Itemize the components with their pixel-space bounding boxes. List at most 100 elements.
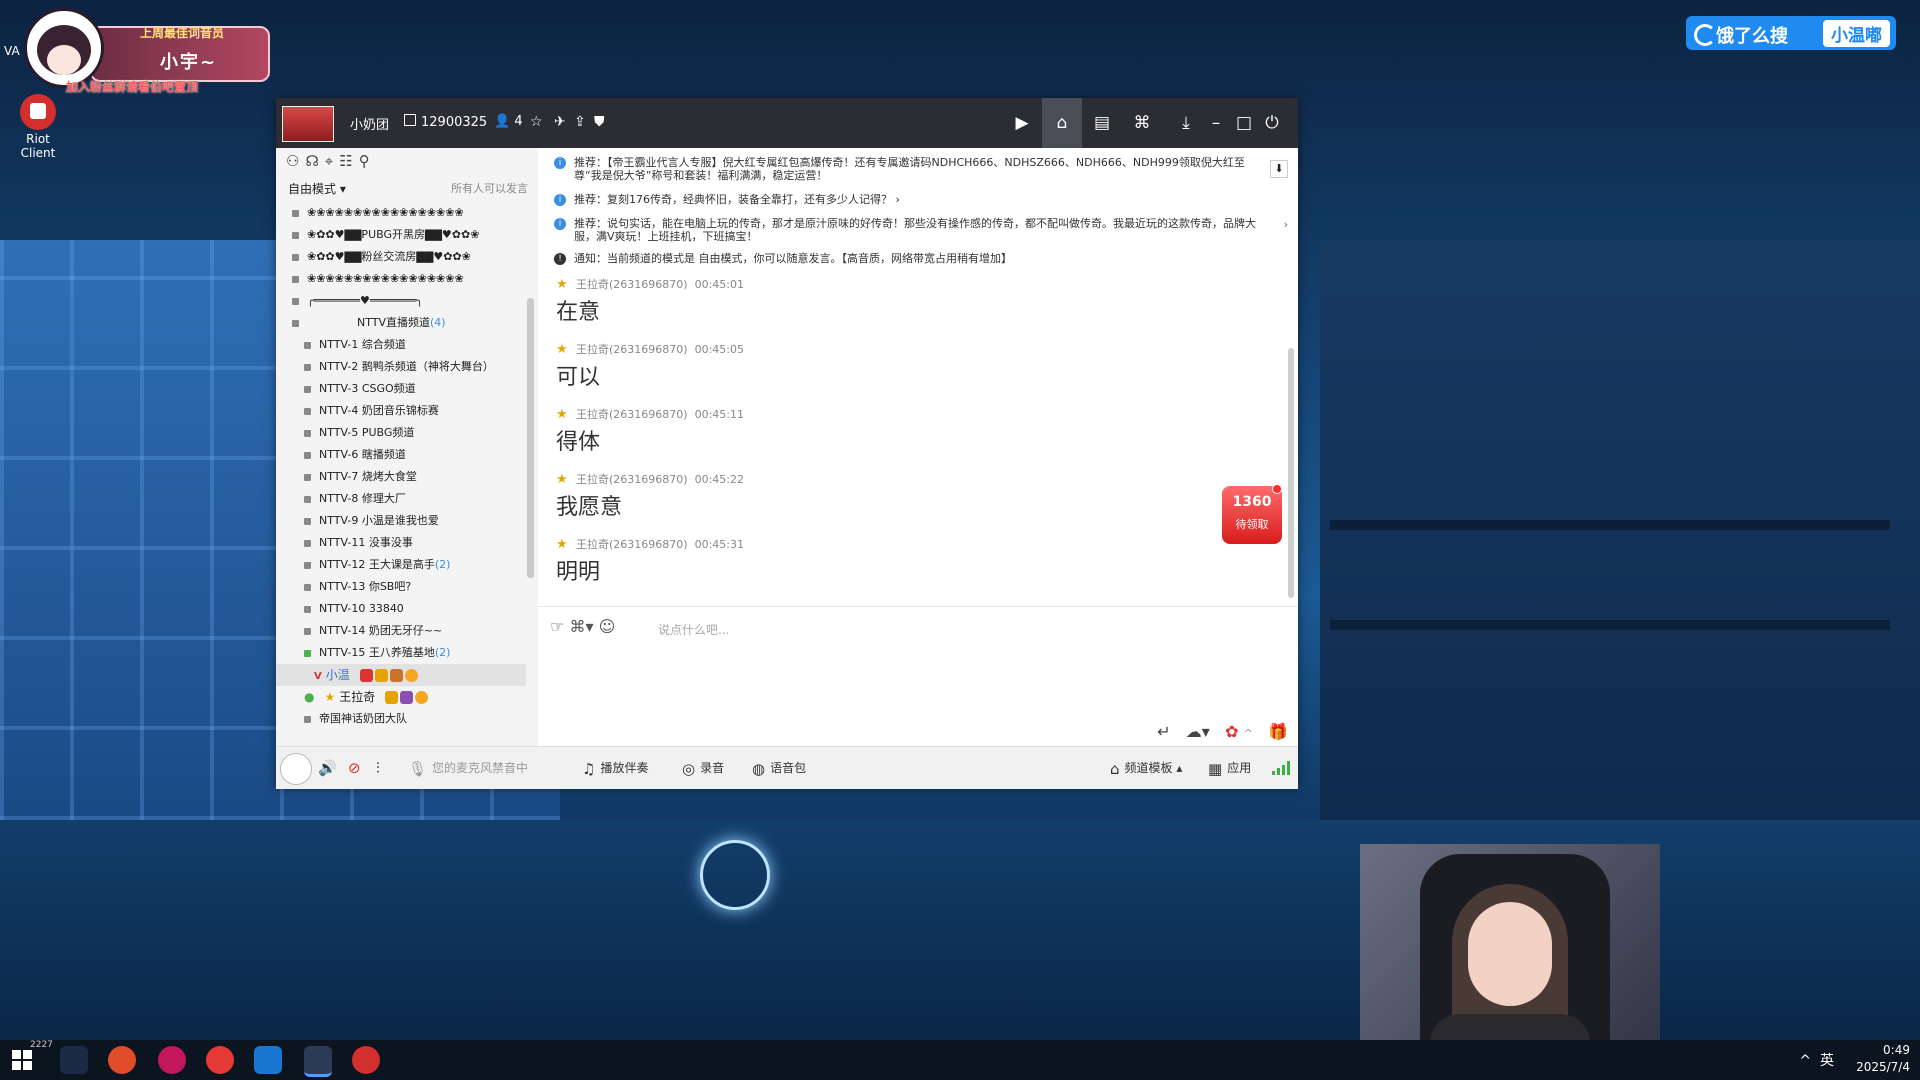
channel-item[interactable]: NTTV-4 奶团音乐锦标赛 <box>276 400 526 422</box>
channel-item[interactable]: NTTV-7 烧烤大食堂 <box>276 466 526 488</box>
chevron-right-icon[interactable]: › <box>1284 218 1288 231</box>
tray-lang[interactable]: ^ 英 <box>1799 1050 1834 1070</box>
user-star-icon: ★ <box>556 472 568 487</box>
location-icon[interactable]: ⌖ <box>325 152 339 170</box>
star-icon[interactable]: ☆ <box>530 114 543 130</box>
share-icon[interactable]: ⇪ <box>574 114 586 130</box>
list-icon[interactable]: ☷ <box>339 152 358 170</box>
channel-item[interactable]: NTTV-9 小温是谁我也爱 <box>276 510 526 532</box>
equalizer-icon[interactable]: ⫶ <box>376 759 385 777</box>
message-text: 我愿意 <box>556 495 623 520</box>
speaker-icon[interactable]: 🔊 <box>318 759 342 777</box>
channel-item[interactable]: NTTV-6 瞎播频道 <box>276 444 526 466</box>
channel-item[interactable]: ❀✿✿♥▇▇粉丝交流房▇▇♥✿✿❀ <box>276 246 526 268</box>
channel-name: 小奶团 <box>350 118 390 133</box>
gift-icon[interactable]: 🎁 <box>1268 722 1288 741</box>
channel-tree: ❀❀❀❀❀❀❀❀❀❀❀❀❀❀❀❀❀ ❀✿✿♥▇▇PUBG开黑房▇▇♥✿✿❀ ❀✿… <box>276 202 526 742</box>
channel-item[interactable]: NTTV-1 综合频道 <box>276 334 526 356</box>
channel-item[interactable]: 帝国神话奶团大队 <box>276 708 526 730</box>
home-icon[interactable]: ⌂ <box>1042 98 1082 148</box>
accompany-button[interactable]: ♫ 播放伴奏 <box>582 759 648 778</box>
steam-icon[interactable] <box>60 1046 88 1074</box>
reward-label: 待领取 <box>1235 518 1269 531</box>
video-icon[interactable]: ▶ <box>1002 98 1042 148</box>
speech-bubble-icon[interactable]: ☁▾ <box>1186 722 1210 741</box>
channel-template-button[interactable]: ⌂ 频道模板 ▴ <box>1110 759 1182 778</box>
speaker-ring <box>700 840 770 910</box>
gamepad-icon[interactable]: ⌘ <box>1122 98 1162 148</box>
notice-item[interactable]: i 推荐：说句实话，能在电脑上玩的传奇，那才是原汁原味的好传奇！那些没有操作感的传… <box>538 213 1298 246</box>
message-text: 得体 <box>556 430 601 455</box>
voice-chat-app-icon[interactable] <box>304 1046 332 1077</box>
channel-item-active[interactable]: NTTV-15 王八养殖基地(2) <box>276 642 526 664</box>
person-icon[interactable]: ⚇ <box>286 152 305 170</box>
lock-icon <box>304 451 311 459</box>
channel-item[interactable]: NTTV-13 你SB吧? <box>276 576 526 598</box>
channel-scrollbar[interactable] <box>527 298 534 578</box>
message-user[interactable]: 王拉奇(2631696870) <box>576 473 688 486</box>
input-language[interactable]: 英 <box>1820 1053 1834 1069</box>
voice-pack-button[interactable]: ◍ 语音包 <box>752 759 806 778</box>
channel-item[interactable]: NTTV-12 王大课是高手(2) <box>276 554 526 576</box>
message-user[interactable]: 王拉奇(2631696870) <box>576 538 688 551</box>
message-user[interactable]: 王拉奇(2631696870) <box>576 408 688 421</box>
notice-item[interactable]: i 推荐：【帝王霸业代言人专服】倪大红专属红包高爆传奇！还有专属邀请码NDHCH6… <box>538 152 1298 185</box>
riot-taskbar-icon[interactable] <box>352 1046 380 1074</box>
channel-item[interactable]: NTTV-2 鹅鸭杀频道（神将大舞台） <box>276 356 526 378</box>
record-label: 录音 <box>700 761 725 775</box>
info-icon: i <box>554 157 566 169</box>
mode-select[interactable]: 自由模式 ▾ <box>288 180 346 197</box>
reward-widget[interactable]: 1360 待领取 <box>1222 484 1282 544</box>
search-icon[interactable]: ⚲ <box>359 152 376 170</box>
chevron-up-icon[interactable]: ^ <box>1244 727 1253 740</box>
gamepad-icon[interactable]: ⌘▾ <box>569 617 593 636</box>
mic-mute-icon[interactable]: ⊘ <box>348 759 366 777</box>
calendar-icon[interactable]: ▤ <box>1082 98 1122 148</box>
notice-item[interactable]: i 推荐：复刻176传奇，经典怀旧，装备全靠打，还有多少人记得？ › <box>538 189 1298 209</box>
message-user[interactable]: 王拉奇(2631696870) <box>576 343 688 356</box>
channel-item[interactable]: NTTV-8 修理大厂 <box>276 488 526 510</box>
game-launcher-icon[interactable] <box>158 1046 186 1074</box>
app-p-icon[interactable] <box>254 1046 282 1074</box>
message-meta: 王拉奇(2631696870) 00:45:31 <box>556 536 1298 552</box>
user-row[interactable]: ● ★ 王拉奇 <box>276 686 526 708</box>
scroll-down-icon[interactable]: ⬇ <box>1270 160 1288 178</box>
riot-client-shortcut[interactable]: Riot Client <box>8 94 68 160</box>
browser-icon[interactable] <box>108 1046 136 1074</box>
plane-icon[interactable]: ✈ <box>554 114 566 130</box>
message-user[interactable]: 王拉奇(2631696870) <box>576 278 688 291</box>
chat-input[interactable]: 说点什么吧... <box>658 621 729 638</box>
music-app-icon[interactable] <box>206 1046 234 1074</box>
channel-item[interactable]: ╭═══════♥═══════╮ <box>276 290 526 312</box>
record-button[interactable]: ◎ 录音 <box>682 759 724 778</box>
user-star-icon: ★ <box>556 407 568 422</box>
signal-icon <box>1272 761 1290 775</box>
channel-item[interactable]: NTTV-3 CSGO频道 <box>276 378 526 400</box>
apps-button[interactable]: ▦ 应用 <box>1208 759 1251 778</box>
windows-start-icon[interactable] <box>12 1050 32 1070</box>
user-row-selected[interactable]: V 小温 <box>276 664 526 686</box>
shield-icon[interactable]: ⛊ <box>594 114 605 130</box>
gesture-icon[interactable]: ☞ <box>550 617 564 636</box>
channel-item[interactable]: NTTV直播频道(4) <box>276 312 526 334</box>
avatar[interactable] <box>280 753 312 785</box>
channel-item[interactable]: NTTV-10 33840 <box>276 598 526 620</box>
channel-id: 12900325 <box>404 114 487 130</box>
channel-item[interactable]: NTTV-5 PUBG频道 <box>276 422 526 444</box>
channel-item[interactable]: NTTV-14 奶团无牙仔~~ <box>276 620 526 642</box>
message-text: 明明 <box>556 560 601 585</box>
flower-icon[interactable]: ✿ <box>1225 722 1238 741</box>
bottom-bar: 🔊 ⊘ ⫶ 🎙 您的麦克风禁音中 ♫ 播放伴奏 ◎ 录音 ◍ 语音包 ⌂ 频道模板 ▴ ▦… <box>276 746 1298 789</box>
channel-item[interactable]: NTTV-11 没事没事 <box>276 532 526 554</box>
enter-icon[interactable]: ↵ <box>1157 722 1170 741</box>
chat-scrollbar[interactable] <box>1288 348 1294 598</box>
clock[interactable]: 0:49 2025/7/4 <box>1856 1042 1910 1076</box>
channel-item[interactable]: ❀❀❀❀❀❀❀❀❀❀❀❀❀❀❀❀❀ <box>276 202 526 224</box>
power-icon[interactable]: ⏻ <box>1252 98 1292 148</box>
channel-item[interactable]: ❀❀❀❀❀❀❀❀❀❀❀❀❀❀❀❀❀ <box>276 268 526 290</box>
emoji-icon[interactable]: ☺ <box>599 617 616 636</box>
channel-item[interactable]: ❀✿✿♥▇▇PUBG开黑房▇▇♥✿✿❀ <box>276 224 526 246</box>
riot-client-icon <box>20 94 56 130</box>
headset-icon[interactable]: ☊ <box>305 152 324 170</box>
channel-logo[interactable] <box>282 106 334 142</box>
